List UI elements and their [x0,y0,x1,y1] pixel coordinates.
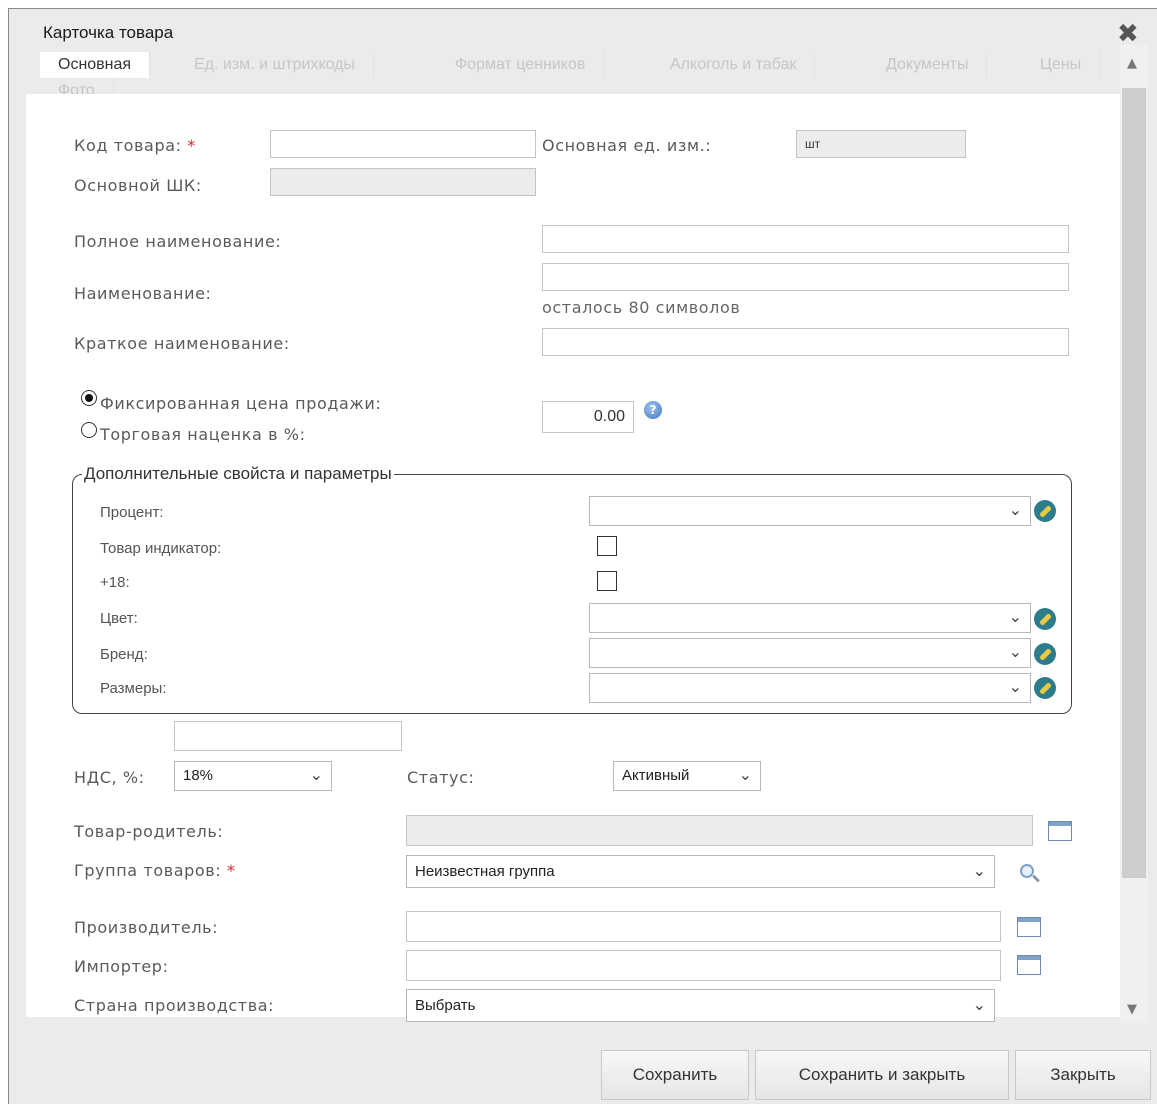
percent-select[interactable]: ⌄ [589,496,1031,526]
vat-label: НДС, %: [74,768,145,787]
percent-label: Процент: [100,504,164,521]
adult-label: +18: [100,574,130,591]
base-unit-input: шт [796,130,966,158]
status-select[interactable]: Активный ⌄ [613,761,761,791]
calendar-icon[interactable] [1017,917,1041,937]
full-name-input[interactable] [542,225,1069,253]
code-label: Код товара: * [74,136,196,155]
sizes-select[interactable]: ⌄ [589,673,1031,703]
tab-alcohol-tobacco[interactable]: Алкоголь и табак [652,52,816,78]
manufacturer-input[interactable] [406,911,1001,942]
vat-select[interactable]: 18% ⌄ [174,761,332,791]
scrollbar-thumb[interactable] [1122,88,1146,878]
barcode-input [270,168,536,196]
dialog-title: Карточка товара [43,23,174,42]
edit-icon[interactable] [1034,500,1056,522]
indicator-label: Товар индикатор: [100,540,222,557]
color-label: Цвет: [100,610,138,627]
tab-prices[interactable]: Цены [1022,52,1101,78]
importer-input[interactable] [406,950,1001,981]
status-label: Статус: [407,768,475,787]
scroll-down-icon[interactable]: ▼ [1127,1002,1137,1017]
chevron-down-icon: ⌄ [972,863,986,880]
tab-units-barcodes[interactable]: Ед. изм. и штрихкоды [176,52,375,78]
group-label: Группа товаров: * [74,861,236,880]
chevron-down-icon: ⌄ [1008,644,1022,661]
calendar-icon[interactable] [1048,821,1072,841]
chevron-down-icon: ⌄ [738,767,752,784]
price-input[interactable]: 0.00 [542,401,634,433]
parent-label: Товар-родитель: [74,822,224,841]
chevron-down-icon: ⌄ [1008,609,1022,626]
indicator-checkbox[interactable] [597,536,617,556]
edit-icon[interactable] [1034,643,1056,665]
brand-label: Бренд: [100,646,148,663]
chevron-down-icon: ⌄ [1008,502,1022,519]
help-icon[interactable]: ? [644,401,662,419]
edit-icon[interactable] [1034,677,1056,699]
country-select[interactable]: Выбрать ⌄ [406,989,995,1022]
name-chars-left: осталось 80 символов [542,298,741,317]
calendar-icon[interactable] [1017,955,1041,975]
markup-label: Торговая наценка в %: [100,425,306,444]
sizes-label: Размеры: [100,680,167,697]
importer-label: Импортер: [74,957,169,976]
save-and-close-button[interactable]: Сохранить и закрыть [755,1050,1009,1100]
chevron-down-icon: ⌄ [972,997,986,1014]
base-unit-label: Основная ед. изм.: [542,136,712,155]
vat-extra-input[interactable] [174,721,402,751]
close-button[interactable]: Закрыть [1015,1050,1151,1100]
adult-checkbox[interactable] [597,571,617,591]
barcode-label: Основной ШК: [74,176,202,195]
extra-properties-legend: Дополнительные свойста и параметры [82,464,394,484]
brand-select[interactable]: ⌄ [589,638,1031,668]
close-icon[interactable]: ✖ [1117,21,1139,47]
tab-price-tag-format[interactable]: Формат ценников [437,52,605,78]
color-select[interactable]: ⌄ [589,603,1031,633]
code-input[interactable] [270,130,536,158]
fixed-price-label: Фиксированная цена продажи: [100,394,382,413]
group-value: Неизвестная группа [415,863,555,880]
tab-documents[interactable]: Документы [868,52,988,78]
title-bar: Карточка товара ✖ [9,9,1157,51]
name-input[interactable] [542,263,1069,291]
short-name-label: Краткое наименование: [74,334,290,353]
country-label: Страна производства: [74,996,275,1015]
parent-input [406,815,1033,846]
fixed-price-radio[interactable] [81,390,97,406]
chevron-down-icon: ⌄ [1008,679,1022,696]
markup-radio[interactable] [81,422,97,438]
country-value: Выбрать [415,997,476,1014]
group-select[interactable]: Неизвестная группа ⌄ [406,855,995,888]
scroll-up-icon[interactable]: ▲ [1127,56,1137,71]
save-button[interactable]: Сохранить [601,1050,749,1100]
name-label: Наименование: [74,284,212,303]
manufacturer-label: Производитель: [74,918,219,937]
tab-main[interactable]: Основная [40,52,151,78]
chevron-down-icon: ⌄ [309,767,323,784]
full-name-label: Полное наименование: [74,232,282,251]
vat-value: 18% [183,767,214,784]
short-name-input[interactable] [542,328,1069,356]
edit-icon[interactable] [1034,608,1056,630]
search-icon[interactable] [1020,864,1034,878]
status-value: Активный [622,767,690,784]
